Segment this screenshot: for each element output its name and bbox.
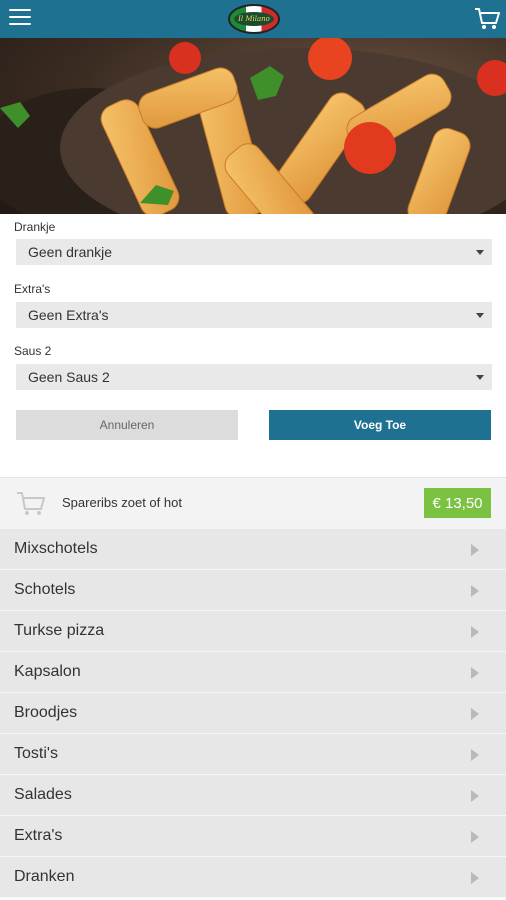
drink-select-value: Geen drankje <box>28 244 113 260</box>
category-item-salades[interactable]: Salades <box>0 775 506 816</box>
category-label: Mixschotels <box>14 540 98 557</box>
shopping-cart-icon[interactable] <box>474 7 500 31</box>
sauce-label: Saus 2 <box>14 344 52 358</box>
chevron-right-icon <box>471 872 479 884</box>
sauce-select-value: Geen Saus 2 <box>28 369 110 385</box>
product-name: Spareribs zoet of hot <box>62 495 182 510</box>
category-list: Mixschotels Schotels Turkse pizza Kapsal… <box>0 529 506 898</box>
category-label: Turkse pizza <box>14 622 105 639</box>
chevron-right-icon <box>471 585 479 597</box>
chevron-right-icon <box>471 544 479 556</box>
category-item-tostis[interactable]: Tosti's <box>0 734 506 775</box>
options-form: Drankje Geen drankje Extra's Geen Extra'… <box>0 214 506 476</box>
extras-select[interactable]: Geen Extra's <box>16 302 492 328</box>
product-summary: Spareribs zoet of hot € 13,50 <box>0 477 506 529</box>
sauce-select[interactable]: Geen Saus 2 <box>16 364 492 390</box>
add-button[interactable]: Voeg Toe <box>269 410 491 440</box>
chevron-right-icon <box>471 626 479 638</box>
category-label: Broodjes <box>14 704 78 721</box>
dropdown-arrow-icon <box>476 375 484 380</box>
hamburger-menu-icon[interactable] <box>9 9 31 29</box>
category-item-dranken[interactable]: Dranken <box>0 857 506 898</box>
chevron-right-icon <box>471 831 479 843</box>
extras-label: Extra's <box>14 282 51 296</box>
restaurant-logo: Il Milano <box>228 4 280 34</box>
extras-select-value: Geen Extra's <box>28 307 109 323</box>
category-label: Salades <box>14 786 72 803</box>
cancel-button[interactable]: Annuleren <box>16 410 238 440</box>
chevron-right-icon <box>471 790 479 802</box>
dropdown-arrow-icon <box>476 313 484 318</box>
category-label: Tosti's <box>14 745 58 762</box>
app-header: Il Milano <box>0 0 506 38</box>
category-item-schotels[interactable]: Schotels <box>0 570 506 611</box>
category-item-extras[interactable]: Extra's <box>0 816 506 857</box>
category-item-broodjes[interactable]: Broodjes <box>0 693 506 734</box>
category-label: Extra's <box>14 827 63 844</box>
category-label: Kapsalon <box>14 663 81 680</box>
drink-select[interactable]: Geen drankje <box>16 239 492 265</box>
logo-text: Il Milano <box>234 12 274 26</box>
chevron-right-icon <box>471 667 479 679</box>
price-badge: € 13,50 <box>424 488 491 518</box>
category-label: Schotels <box>14 581 76 598</box>
category-item-mixschotels[interactable]: Mixschotels <box>0 529 506 570</box>
category-item-kapsalon[interactable]: Kapsalon <box>0 652 506 693</box>
chevron-right-icon <box>471 708 479 720</box>
category-label: Dranken <box>14 868 75 885</box>
dropdown-arrow-icon <box>476 250 484 255</box>
drink-label: Drankje <box>14 220 56 234</box>
cart-icon <box>16 491 46 517</box>
chevron-right-icon <box>471 749 479 761</box>
dish-image <box>0 38 506 214</box>
category-item-turkse-pizza[interactable]: Turkse pizza <box>0 611 506 652</box>
